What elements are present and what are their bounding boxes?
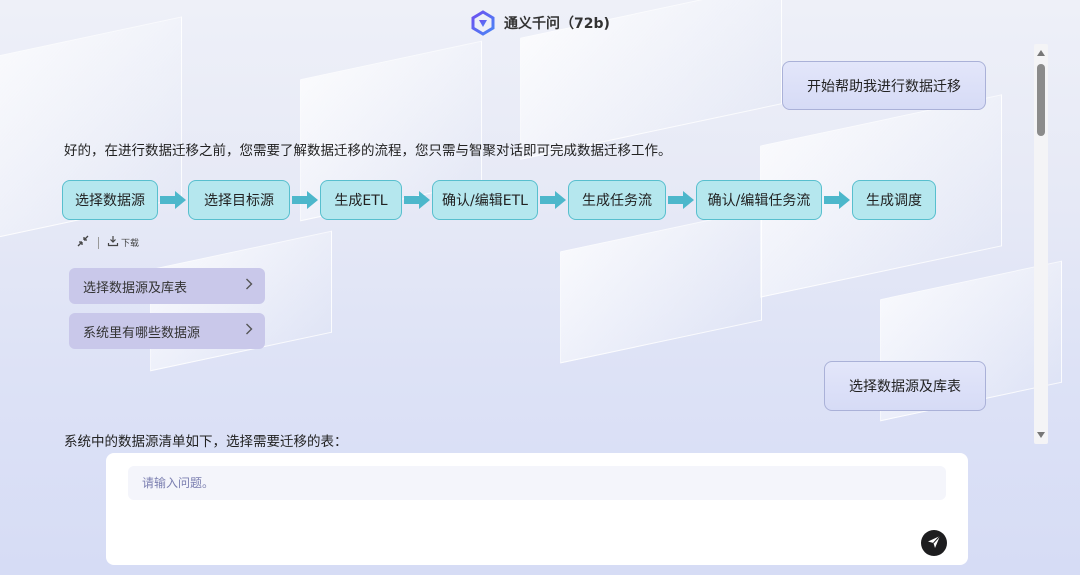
toolbar-divider bbox=[98, 236, 99, 249]
flow-arrow-icon bbox=[290, 190, 320, 210]
migration-flow-diagram: 选择数据源 选择目标源 生成ETL 确认/编辑ETL 生成任务流 确认/编辑任务… bbox=[62, 179, 936, 221]
flow-step-confirm-taskflow: 确认/编辑任务流 bbox=[696, 180, 822, 220]
message-toolbar: 下载 bbox=[76, 234, 139, 251]
flow-arrow-icon bbox=[538, 190, 568, 210]
page-title: 通义千问（72b) bbox=[504, 16, 610, 32]
collapse-arrows-icon[interactable] bbox=[76, 234, 90, 251]
suggestion-chip[interactable]: 选择数据源及库表 bbox=[69, 268, 265, 304]
download-button[interactable]: 下载 bbox=[107, 235, 139, 250]
user-message-bubble: 开始帮助我进行数据迁移 bbox=[782, 61, 986, 110]
chevron-right-icon bbox=[245, 278, 253, 294]
download-icon bbox=[107, 235, 119, 250]
scrollbar-thumb[interactable] bbox=[1037, 64, 1045, 136]
chevron-right-icon bbox=[245, 323, 253, 339]
flow-step-select-target: 选择目标源 bbox=[188, 180, 290, 220]
suggestion-label: 系统里有哪些数据源 bbox=[83, 325, 201, 341]
chat-input-panel bbox=[106, 453, 968, 565]
flow-step-generate-schedule: 生成调度 bbox=[852, 180, 936, 220]
suggestion-label: 选择数据源及库表 bbox=[83, 280, 188, 296]
user-message-bubble: 选择数据源及库表 bbox=[824, 361, 986, 411]
scroll-down-arrow-icon[interactable] bbox=[1037, 432, 1045, 438]
send-paper-plane-icon bbox=[927, 534, 941, 553]
assistant-message-text: 系统中的数据源清单如下，选择需要迁移的表： bbox=[64, 434, 348, 450]
flow-step-generate-taskflow: 生成任务流 bbox=[568, 180, 666, 220]
flow-arrow-icon bbox=[822, 190, 852, 210]
flow-arrow-icon bbox=[666, 190, 696, 210]
flow-arrow-icon bbox=[402, 190, 432, 210]
flow-step-confirm-etl: 确认/编辑ETL bbox=[432, 180, 538, 220]
user-message-text: 选择数据源及库表 bbox=[849, 379, 961, 395]
download-label: 下载 bbox=[121, 239, 140, 249]
question-input[interactable] bbox=[128, 466, 946, 500]
chat-scrollbar[interactable] bbox=[1034, 44, 1048, 444]
user-message-text: 开始帮助我进行数据迁移 bbox=[807, 78, 961, 95]
app-header: 通义千问（72b) bbox=[0, 8, 1080, 38]
scroll-up-arrow-icon[interactable] bbox=[1037, 50, 1045, 56]
qwen-logo-icon bbox=[470, 10, 496, 36]
send-button[interactable] bbox=[921, 530, 947, 556]
flow-arrow-icon bbox=[158, 190, 188, 210]
flow-step-select-source: 选择数据源 bbox=[62, 180, 158, 220]
flow-step-generate-etl: 生成ETL bbox=[320, 180, 402, 220]
assistant-message-text: 好的，在进行数据迁移之前，您需要了解数据迁移的流程，您只需与智聚对话即可完成数据… bbox=[64, 143, 672, 159]
suggestion-chip[interactable]: 系统里有哪些数据源 bbox=[69, 313, 265, 349]
